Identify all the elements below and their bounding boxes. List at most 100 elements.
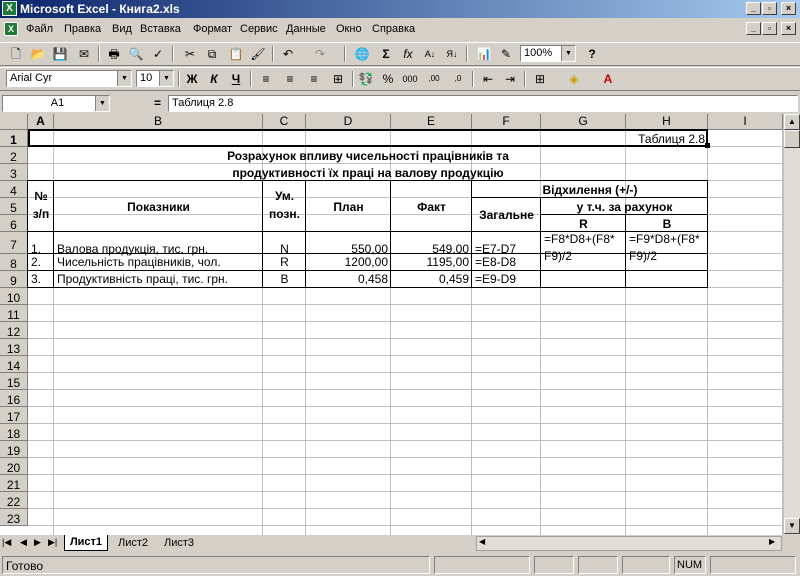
fill-color-icon[interactable]: ◈ xyxy=(564,70,584,88)
spelling-icon[interactable]: ✓ xyxy=(148,45,168,63)
print-icon[interactable]: 🖶 xyxy=(104,45,124,63)
tab-sheet3[interactable]: Лист3 xyxy=(158,536,200,551)
decrease-indent-icon[interactable]: ⇤ xyxy=(478,70,498,88)
column-header-d[interactable]: D xyxy=(306,114,391,130)
align-center-icon[interactable]: ≡ xyxy=(280,70,300,88)
tab-sheet2[interactable]: Лист2 xyxy=(112,536,154,551)
workbook-icon[interactable]: X xyxy=(4,22,18,36)
copy-icon[interactable]: ⧉ xyxy=(202,45,222,63)
format-painter-icon[interactable]: 🖌 xyxy=(248,45,268,63)
row-header-14[interactable]: 14 xyxy=(0,356,28,373)
minimize-button[interactable]: _ xyxy=(746,2,761,15)
hyperlink-icon[interactable]: 🌐 xyxy=(352,45,372,63)
row-header-13[interactable]: 13 xyxy=(0,339,28,356)
last-sheet-icon[interactable]: ▶| xyxy=(48,537,57,548)
scroll-up-icon[interactable]: ▲ xyxy=(784,114,800,130)
currency-icon[interactable]: 💱 xyxy=(356,70,376,88)
align-left-icon[interactable]: ≡ xyxy=(256,70,276,88)
row-header-22[interactable]: 22 xyxy=(0,492,28,509)
horizontal-scrollbar[interactable]: ◀ ▶ xyxy=(476,536,782,551)
menu-view[interactable]: Вид xyxy=(112,23,132,35)
sort-asc-icon[interactable]: A↓ xyxy=(420,45,440,63)
row-header-16[interactable]: 16 xyxy=(0,390,28,407)
menu-tools[interactable]: Сервис xyxy=(240,23,278,35)
row-header-2[interactable]: 2 xyxy=(0,147,28,164)
tab-sheet1[interactable]: Лист1 xyxy=(64,535,108,551)
decrease-decimal-icon[interactable]: ,0 xyxy=(448,70,468,88)
font-color-icon[interactable]: A xyxy=(598,70,618,88)
row-header-3[interactable]: 3 xyxy=(0,164,28,181)
row-header-19[interactable]: 19 xyxy=(0,441,28,458)
cut-icon[interactable]: ✂ xyxy=(180,45,200,63)
column-header-f[interactable]: F xyxy=(472,114,541,130)
column-header-b[interactable]: B xyxy=(54,114,263,130)
open-icon[interactable]: 📂 xyxy=(28,45,48,63)
row-header-1[interactable]: 1 xyxy=(0,130,28,147)
row-header-12[interactable]: 12 xyxy=(0,322,28,339)
row-header-15[interactable]: 15 xyxy=(0,373,28,390)
align-right-icon[interactable]: ≡ xyxy=(304,70,324,88)
bold-button[interactable]: Ж xyxy=(182,70,202,88)
percent-icon[interactable]: % xyxy=(378,70,398,88)
zoom-select[interactable]: 100% ▼ xyxy=(520,45,576,62)
doc-minimize-button[interactable]: _ xyxy=(746,22,761,35)
save-icon[interactable]: 💾 xyxy=(50,45,70,63)
menu-data[interactable]: Данные xyxy=(286,23,326,35)
row-header-8[interactable]: 8 xyxy=(0,254,28,271)
chart-wizard-icon[interactable]: 📊 xyxy=(474,45,494,63)
row-header-6[interactable]: 6 xyxy=(0,215,28,232)
menu-insert[interactable]: Вставка xyxy=(140,23,181,35)
doc-close-button[interactable]: × xyxy=(781,22,796,35)
scroll-right-icon[interactable]: ▶ xyxy=(769,537,775,546)
fill-handle[interactable] xyxy=(705,143,710,148)
row-header-18[interactable]: 18 xyxy=(0,424,28,441)
row-header-20[interactable]: 20 xyxy=(0,458,28,475)
menu-format[interactable]: Формат xyxy=(193,23,232,35)
preview-icon[interactable]: 🔍 xyxy=(126,45,146,63)
column-header-c[interactable]: C xyxy=(263,114,306,130)
scroll-left-icon[interactable]: ◀ xyxy=(479,537,485,546)
worksheet-grid[interactable]: ABCDEFGHI 1 2 3 4 5 6 7 8 9 10 11 12 13 14 15 16 17 18 19 2… xyxy=(0,114,800,535)
font-select[interactable]: Arial Cyr ▼ xyxy=(6,70,132,87)
merge-center-icon[interactable]: ⊞ xyxy=(328,70,348,88)
comma-style-icon[interactable]: 000 xyxy=(400,70,420,88)
row-header-11[interactable]: 11 xyxy=(0,305,28,322)
row-header-4[interactable]: 4 xyxy=(0,181,28,198)
increase-decimal-icon[interactable]: ,00 xyxy=(424,70,444,88)
vertical-scrollbar[interactable]: ▲ ▼ xyxy=(783,114,800,535)
chevron-down-icon[interactable]: ▼ xyxy=(561,46,575,61)
row-header-21[interactable]: 21 xyxy=(0,475,28,492)
scroll-down-icon[interactable]: ▼ xyxy=(784,518,800,534)
mail-icon[interactable]: ✉ xyxy=(74,45,94,63)
formula-input[interactable]: Таблиця 2.8 xyxy=(168,95,798,112)
column-header-h[interactable]: H xyxy=(626,114,708,130)
first-sheet-icon[interactable]: |◀ xyxy=(2,537,11,548)
sort-desc-icon[interactable]: Я↓ xyxy=(442,45,462,63)
menu-edit[interactable]: Правка xyxy=(64,23,101,35)
new-icon[interactable]: 🗋 xyxy=(6,45,26,63)
close-button[interactable]: × xyxy=(781,2,796,15)
maximize-button[interactable]: ▫ xyxy=(762,2,777,15)
scroll-thumb[interactable] xyxy=(784,130,800,148)
prev-sheet-icon[interactable]: ◀ xyxy=(20,537,27,548)
font-size-select[interactable]: 10 ▼ xyxy=(136,70,174,87)
menu-window[interactable]: Окно xyxy=(336,23,362,35)
help-icon[interactable]: ? xyxy=(582,45,602,63)
doc-restore-button[interactable]: ▫ xyxy=(762,22,777,35)
chevron-down-icon[interactable]: ▼ xyxy=(159,71,173,86)
column-header-i[interactable]: I xyxy=(708,114,783,130)
menu-help[interactable]: Справка xyxy=(372,23,415,35)
drawing-icon[interactable]: ✎ xyxy=(496,45,516,63)
excel-icon[interactable]: X xyxy=(2,1,17,16)
chevron-down-icon[interactable]: ▼ xyxy=(95,96,109,111)
select-all-button[interactable] xyxy=(0,114,28,130)
autosum-icon[interactable]: Σ xyxy=(376,45,396,63)
row-header-10[interactable]: 10 xyxy=(0,288,28,305)
row-header-17[interactable]: 17 xyxy=(0,407,28,424)
undo-icon[interactable]: ↶ xyxy=(278,45,298,63)
underline-button[interactable]: Ч xyxy=(226,70,246,88)
italic-button[interactable]: К xyxy=(204,70,224,88)
row-header-23[interactable]: 23 xyxy=(0,509,28,526)
row-header-5[interactable]: 5 xyxy=(0,198,28,215)
increase-indent-icon[interactable]: ⇥ xyxy=(500,70,520,88)
